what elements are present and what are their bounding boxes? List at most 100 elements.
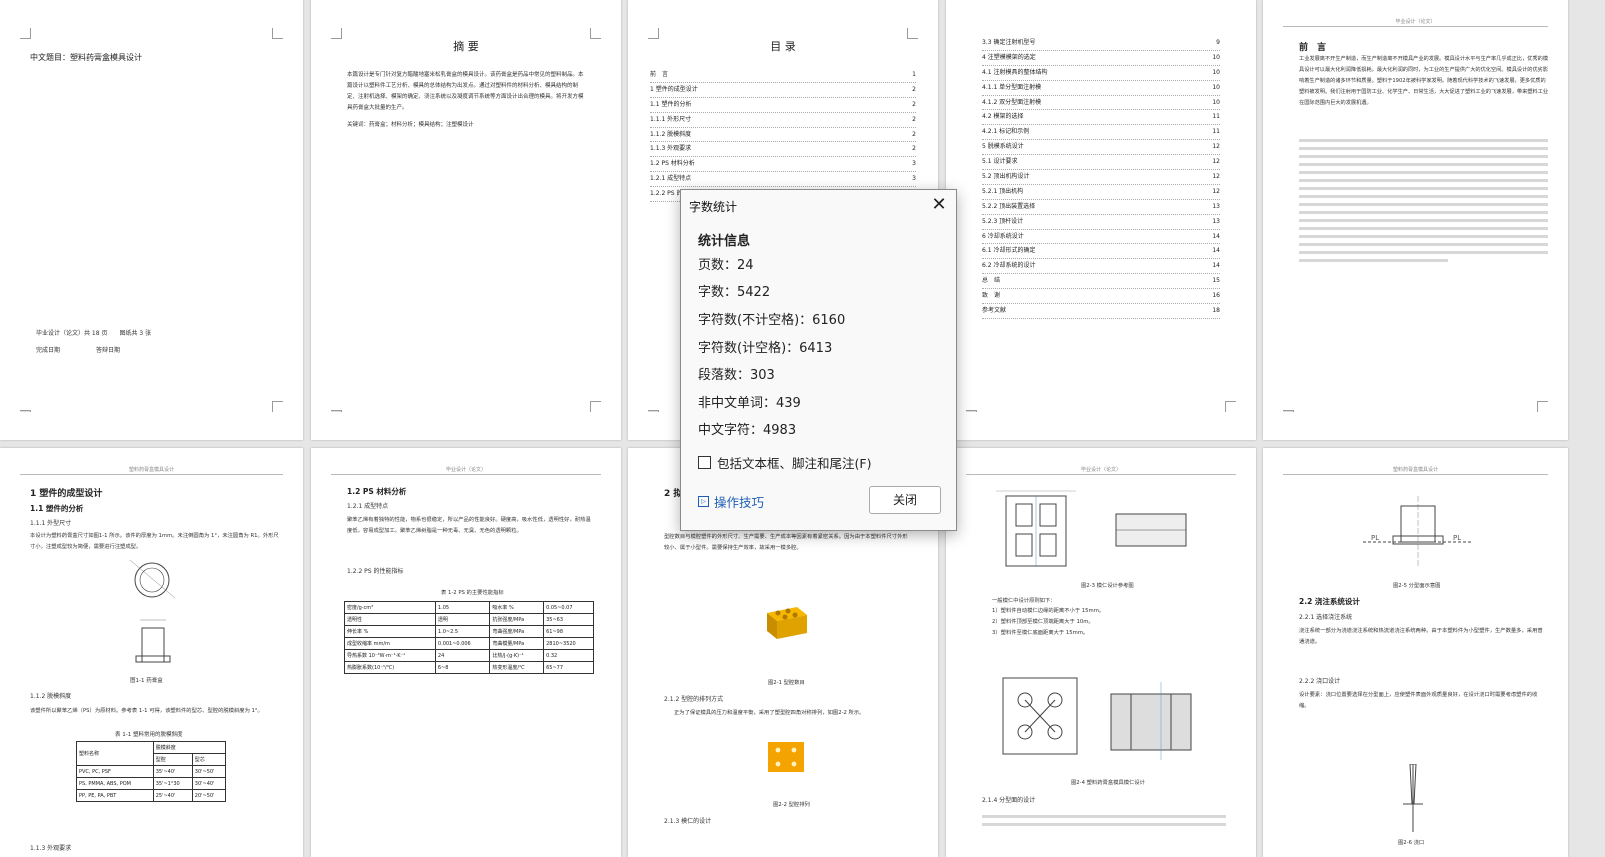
document-page-9: 毕业设计（论文） 图2-3 模仁设计参考图 一般模仁中设计原则如下： 1）塑料件… xyxy=(946,448,1256,857)
page-header: 毕业设计（论文） xyxy=(1283,18,1548,27)
close-icon[interactable]: ✕ xyxy=(928,194,950,216)
toc-entry[interactable]: 参考文献 18 xyxy=(982,304,1220,319)
statistics-heading: 统计信息 xyxy=(698,234,751,249)
document-page-5: 毕业设计（论文） 前 言 工业发展离不开生产制造，而生产制造离不开模具产业的发展… xyxy=(1263,0,1568,440)
figure-caption: 图2-1 型腔数目 xyxy=(768,680,805,686)
toc-entry[interactable]: 4.1.2 双分型面注射模 10 xyxy=(982,96,1220,111)
cavity-layout-image xyxy=(768,742,804,772)
toc-entry-page: 14 xyxy=(1212,262,1220,270)
toc-entry-title: 参考文献 xyxy=(982,307,1007,315)
toc-entry[interactable]: 1.1 塑件的分析 2 xyxy=(650,98,916,113)
toc-entry[interactable]: 6 冷却系统设计 14 xyxy=(982,230,1220,245)
toc-entry[interactable]: 4.1.1 单分型面注射模 10 xyxy=(982,81,1220,96)
toc-entry-page: 2 xyxy=(912,145,916,153)
toc-entry[interactable]: 5.2 顶出机构设计 12 xyxy=(982,170,1220,185)
section-heading: 2.2.2 浇口设计 xyxy=(1299,678,1341,685)
section-heading: 2.1.2 型腔的排列方式 xyxy=(664,696,724,703)
toc-entry-page: 1 xyxy=(912,71,916,78)
toc-entry[interactable]: 致 谢 16 xyxy=(982,289,1220,305)
figure-caption: 图2-4 塑料药膏盒模具模仁设计 xyxy=(1071,780,1145,786)
section-heading: 1.1.2 脱模斜度 xyxy=(30,693,72,700)
section-heading: 2.1.3 模仁的设计 xyxy=(664,818,712,825)
page-header: 毕业设计（论文） xyxy=(966,466,1236,475)
paragraph: 浇注系统一部分为浇道浇注系统和热流道浇注系统两种。由于本塑料件为小型塑件，生产数… xyxy=(1299,628,1543,645)
toc-entry-page: 12 xyxy=(1212,173,1220,181)
abstract-body: 本篇设计是专门针对复方醋酸地塞米松乳膏盒的模具设计。该药膏盒是药品中常见的塑料制… xyxy=(347,72,584,111)
toc-entry-page: 11 xyxy=(1212,113,1220,121)
toc-entry-page: 14 xyxy=(1212,232,1220,240)
toc-entry-title: 1.1.3 外观要求 xyxy=(650,145,692,153)
toc-entry[interactable]: 1.1.1 外形尺寸 2 xyxy=(650,113,916,128)
paragraph: 型腔数目与模腔塑件的外形尺寸、生产需要、生产成本等因素有着紧密关系。因为由于本塑… xyxy=(664,534,908,551)
toc-entry-page: 2 xyxy=(912,115,916,123)
toc-entry-page: 12 xyxy=(1212,158,1220,166)
tips-link[interactable]: ▷ 操作技巧 xyxy=(698,492,764,511)
toc-entry[interactable]: 4.2.1 标记和示例 11 xyxy=(982,125,1220,141)
toc-entry-title: 1.2 PS 材料分析 xyxy=(650,160,695,168)
toc-entry-page: 11 xyxy=(1212,128,1220,136)
toc-entry-page: 16 xyxy=(1212,292,1220,300)
figure-caption: 图2-5 分型面示意图 xyxy=(1393,583,1441,589)
toc-entry[interactable]: 5.2.3 顶杆设计 13 xyxy=(982,215,1220,230)
tips-label: 操作技巧 xyxy=(714,495,765,510)
toc-entry[interactable]: 1 塑件的成型设计 2 xyxy=(650,83,916,98)
checkbox-icon[interactable] xyxy=(698,456,711,469)
toc-entry[interactable]: 5 脱模系统设计 12 xyxy=(982,140,1220,156)
footer-text: 完成日期 答辩日期 xyxy=(36,347,121,354)
include-textboxes-checkbox[interactable]: 包括文本框、脚注和尾注(F) xyxy=(698,453,871,472)
abstract-heading: 摘 要 xyxy=(453,40,479,53)
draft-angle-table: 塑料名称 脱模斜度 型腔 型芯 PVC, PC, PSF 35'~40' 30'~50'… xyxy=(76,741,227,802)
toc-entry-title: 6.1 冷却形式的确定 xyxy=(982,247,1036,255)
pl-label: PL xyxy=(1453,534,1461,542)
list-item: 3）塑料件至模仁底面距离大于 15mm。 xyxy=(992,630,1089,636)
toc-entry[interactable]: 5.2.2 顶出装置选择 13 xyxy=(982,200,1220,215)
toc-entry-page: 3 xyxy=(912,160,916,168)
section-heading: 1.2.1 成型特点 xyxy=(347,503,389,510)
ointment-box-drawing xyxy=(129,559,176,663)
toc-heading: 目 录 xyxy=(770,40,796,53)
toc-entry-page: 12 xyxy=(1212,143,1220,151)
close-button[interactable]: 关闭 xyxy=(869,486,941,514)
toc-entry-page: 12 xyxy=(1212,187,1220,195)
toc-entry-title: 5.1 设计要求 xyxy=(982,158,1018,166)
toc-entry-page: 14 xyxy=(1212,247,1220,255)
toc-entry[interactable]: 总 结 15 xyxy=(982,274,1220,290)
section-heading: 1.1 塑件的分析 xyxy=(30,504,84,513)
section-heading: 1.1.1 外型尺寸 xyxy=(30,520,72,527)
section-heading: 1.2.2 PS 的性能指标 xyxy=(347,568,404,575)
toc-entry-title: 4.2.1 标记和示例 xyxy=(982,128,1030,136)
toc-list: 前 言11 塑件的成型设计 2 1.1 塑件的分析 2 1.1.1 外形尺寸 2 1.1.2… xyxy=(650,68,916,203)
toc-entry-title: 3.3 确定注射机型号 xyxy=(982,39,1036,46)
toc-entry[interactable]: 6.1 冷却形式的确定 14 xyxy=(982,244,1220,260)
toc-entry[interactable]: 5.2.1 顶出机构 12 xyxy=(982,185,1220,200)
toc-entry-title: 6.2 冷却系统的设计 xyxy=(982,262,1036,270)
paragraph-placeholder xyxy=(982,810,1226,831)
toc-entry[interactable]: 3.3 确定注射机型号 9 xyxy=(982,36,1220,51)
parting-line-drawing: PL PL xyxy=(1363,496,1473,566)
stat-chars-with-space: 字符数(计空格)：6413 xyxy=(698,341,833,356)
stat-chars-no-space: 字符数(不计空格)：6160 xyxy=(698,313,846,328)
toc-entry-title: 4.1.1 单分型面注射模 xyxy=(982,83,1042,91)
toc-entry[interactable]: 1.2 PS 材料分析 3 xyxy=(650,157,916,173)
toc-entry[interactable]: 4.2 模架的选择 11 xyxy=(982,110,1220,126)
word-count-dialog: 字数统计 ✕ 统计信息 页数：24 字数：5422 字符数(不计空格)：6160… xyxy=(680,189,957,531)
stat-paragraphs: 段落数：303 xyxy=(698,368,775,383)
toc-entry[interactable]: 1.1.2 脱模斜度 2 xyxy=(650,128,916,143)
page-header: 塑料药膏盒模具设计 xyxy=(20,466,283,475)
preface-body: 工业发展离不开生产制造，而生产制造离不开模具产业的发展。模具设计水平与生产率几乎… xyxy=(1299,56,1549,106)
toc-entry[interactable]: 1.2.1 成型特点 3 xyxy=(650,172,916,188)
toc-entry-page: 2 xyxy=(912,85,916,93)
toc-entry[interactable]: 前 言 1 xyxy=(650,68,916,83)
toc-entry[interactable]: 4 注塑模模架的选定 10 xyxy=(982,51,1220,66)
toc-entry[interactable]: 4.1 注射模具的整体结构 10 xyxy=(982,66,1220,81)
section-heading: 1.2 PS 材料分析 xyxy=(347,487,407,496)
toc-entry[interactable]: 1.1.3 外观要求 2 xyxy=(650,142,916,158)
toc-entry-title: 1.1 塑件的分析 xyxy=(650,100,692,108)
figure-caption: 图2-2 型腔排列 xyxy=(773,802,810,808)
toc-entry[interactable]: 6.2 冷却系统的设计 14 xyxy=(982,259,1220,275)
list-item: 1）塑料件自动模仁边缘的距离不小于 15mm。 xyxy=(992,608,1105,614)
toc-entry[interactable]: 5.1 设计要求 12 xyxy=(982,155,1220,171)
stat-words: 字数：5422 xyxy=(698,285,771,300)
toc-entry-title: 前 言 xyxy=(650,71,669,78)
section-heading: 2.1.4 分型面的设计 xyxy=(982,797,1036,804)
